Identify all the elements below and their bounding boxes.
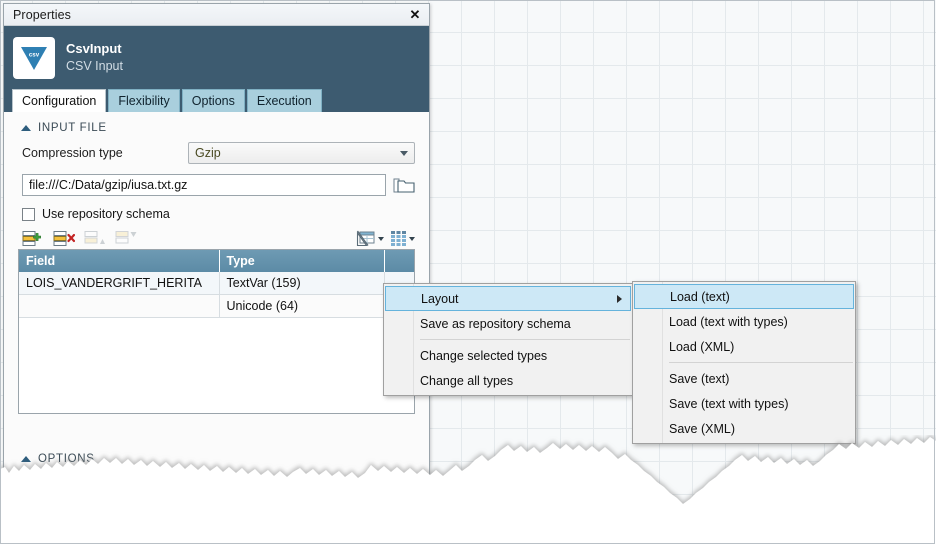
menu-item-label: Layout bbox=[421, 292, 459, 306]
menu-item-load-text[interactable]: Load (text) bbox=[634, 284, 854, 309]
encoding-value: ISO-8859-1 bbox=[195, 487, 400, 501]
hide-grid-dropdown[interactable] bbox=[356, 230, 384, 247]
panel-title: Properties bbox=[13, 8, 407, 22]
table-row[interactable]: Unicode (64) bbox=[19, 295, 415, 318]
menu-item-load-xml[interactable]: Load (XML) bbox=[633, 334, 855, 359]
panel-body: INPUT FILE Compression type Gzip file://… bbox=[4, 112, 429, 507]
menu-item-save-text[interactable]: Save (text) bbox=[633, 366, 855, 391]
menu-item-label: Change all types bbox=[420, 374, 513, 388]
menu-item-load-text-with-types[interactable]: Load (text with types) bbox=[633, 309, 855, 334]
folder-browse-icon[interactable] bbox=[392, 174, 416, 196]
table-row[interactable]: LOIS_VANDERGRIFT_HERITA TextVar (159) bbox=[19, 272, 415, 295]
compression-type-label: Compression type bbox=[22, 146, 188, 160]
use-repository-schema-row: Use repository schema bbox=[4, 196, 429, 221]
file-path-input[interactable]: file:///C:/Data/gzip/iusa.txt.gz bbox=[22, 174, 386, 196]
menu-item-save-xml[interactable]: Save (XML) bbox=[633, 416, 855, 441]
node-header-band: csv CsvInput CSV Input bbox=[4, 26, 429, 89]
menu-item-layout[interactable]: Layout bbox=[385, 286, 631, 311]
schema-toolbar-right bbox=[356, 230, 415, 247]
encoding-row: Encoding ISO-8859-1 bbox=[4, 483, 429, 505]
column-header-extra[interactable] bbox=[384, 250, 415, 272]
table-header-row: Field Type bbox=[19, 250, 415, 272]
chevron-down-icon bbox=[409, 237, 415, 241]
add-row-button[interactable] bbox=[22, 230, 44, 248]
menu-item-label: Save as repository schema bbox=[420, 317, 571, 331]
menu-item-label: Save (text) bbox=[669, 372, 729, 386]
compression-type-row: Compression type Gzip bbox=[4, 138, 429, 164]
csv-node-icon: csv bbox=[13, 37, 55, 79]
menu-item-change-selected-types[interactable]: Change selected types bbox=[384, 343, 632, 368]
cell-type[interactable]: Unicode (64) bbox=[219, 295, 384, 318]
section-title-options: OPTIONS bbox=[38, 453, 95, 465]
menu-item-label: Load (text) bbox=[670, 290, 730, 304]
schema-actions-dropdown[interactable] bbox=[390, 230, 415, 247]
layout-submenu: Load (text) Load (text with types) Load … bbox=[632, 281, 856, 444]
file-path-row: file:///C:/Data/gzip/iusa.txt.gz bbox=[4, 164, 429, 196]
menu-separator bbox=[669, 362, 853, 363]
chevron-right-icon bbox=[617, 295, 622, 303]
encoding-label: Encoding bbox=[22, 487, 188, 501]
node-name: CsvInput bbox=[66, 41, 123, 57]
use-repository-schema-label: Use repository schema bbox=[42, 207, 170, 221]
chevron-down-icon bbox=[400, 492, 408, 497]
panel-titlebar: Properties ✕ bbox=[4, 4, 429, 26]
svg-text:csv: csv bbox=[29, 51, 40, 58]
chevron-down-icon bbox=[400, 151, 408, 156]
properties-panel: Properties ✕ csv CsvInput CSV Input Conf… bbox=[3, 3, 430, 508]
cell-field[interactable]: LOIS_VANDERGRIFT_HERITA bbox=[19, 272, 219, 295]
section-header-options[interactable]: OPTIONS bbox=[4, 443, 429, 469]
close-icon[interactable]: ✕ bbox=[407, 7, 423, 23]
move-up-button[interactable] bbox=[84, 230, 106, 248]
chevron-down-icon bbox=[378, 237, 384, 241]
node-header-text: CsvInput CSV Input bbox=[66, 41, 123, 75]
schema-field-table: Field Type LOIS_VANDERGRIFT_HERITA TextV… bbox=[18, 249, 415, 414]
schema-grid-toolbar bbox=[4, 221, 429, 249]
chevron-up-icon bbox=[21, 456, 31, 462]
menu-item-save-as-repository-schema[interactable]: Save as repository schema bbox=[384, 311, 632, 336]
menu-item-save-text-with-types[interactable]: Save (text with types) bbox=[633, 391, 855, 416]
menu-item-change-all-types[interactable]: Change all types bbox=[384, 368, 632, 393]
chevron-up-icon bbox=[21, 125, 31, 131]
delete-row-button[interactable] bbox=[53, 230, 75, 248]
column-header-field[interactable]: Field bbox=[19, 250, 219, 272]
menu-item-label: Load (XML) bbox=[669, 340, 734, 354]
tab-options[interactable]: Options bbox=[182, 89, 245, 112]
node-subtitle: CSV Input bbox=[66, 59, 123, 75]
compression-type-select[interactable]: Gzip bbox=[188, 142, 415, 164]
cell-field[interactable] bbox=[19, 295, 219, 318]
tab-configuration[interactable]: Configuration bbox=[12, 89, 106, 112]
use-repository-schema-checkbox[interactable] bbox=[22, 208, 35, 221]
tab-execution[interactable]: Execution bbox=[247, 89, 322, 112]
tab-flexibility[interactable]: Flexibility bbox=[108, 89, 179, 112]
tabstrip: Configuration Flexibility Options Execut… bbox=[4, 89, 429, 112]
cell-type[interactable]: TextVar (159) bbox=[219, 272, 384, 295]
section-header-input-file[interactable]: INPUT FILE bbox=[4, 112, 429, 138]
compression-type-value: Gzip bbox=[195, 146, 400, 160]
menu-item-label: Load (text with types) bbox=[669, 315, 788, 329]
menu-separator bbox=[420, 339, 630, 340]
move-down-button[interactable] bbox=[115, 230, 137, 248]
section-title-input-file: INPUT FILE bbox=[38, 122, 107, 134]
encoding-select[interactable]: ISO-8859-1 bbox=[188, 483, 415, 505]
schema-context-menu: Layout Save as repository schema Change … bbox=[383, 283, 633, 396]
column-header-type[interactable]: Type bbox=[219, 250, 384, 272]
screenshot-root: Properties ✕ csv CsvInput CSV Input Conf… bbox=[0, 0, 936, 545]
menu-item-label: Save (text with types) bbox=[669, 397, 789, 411]
schema-toolbar-left bbox=[22, 230, 137, 248]
menu-item-label: Save (XML) bbox=[669, 422, 735, 436]
menu-item-label: Change selected types bbox=[420, 349, 547, 363]
